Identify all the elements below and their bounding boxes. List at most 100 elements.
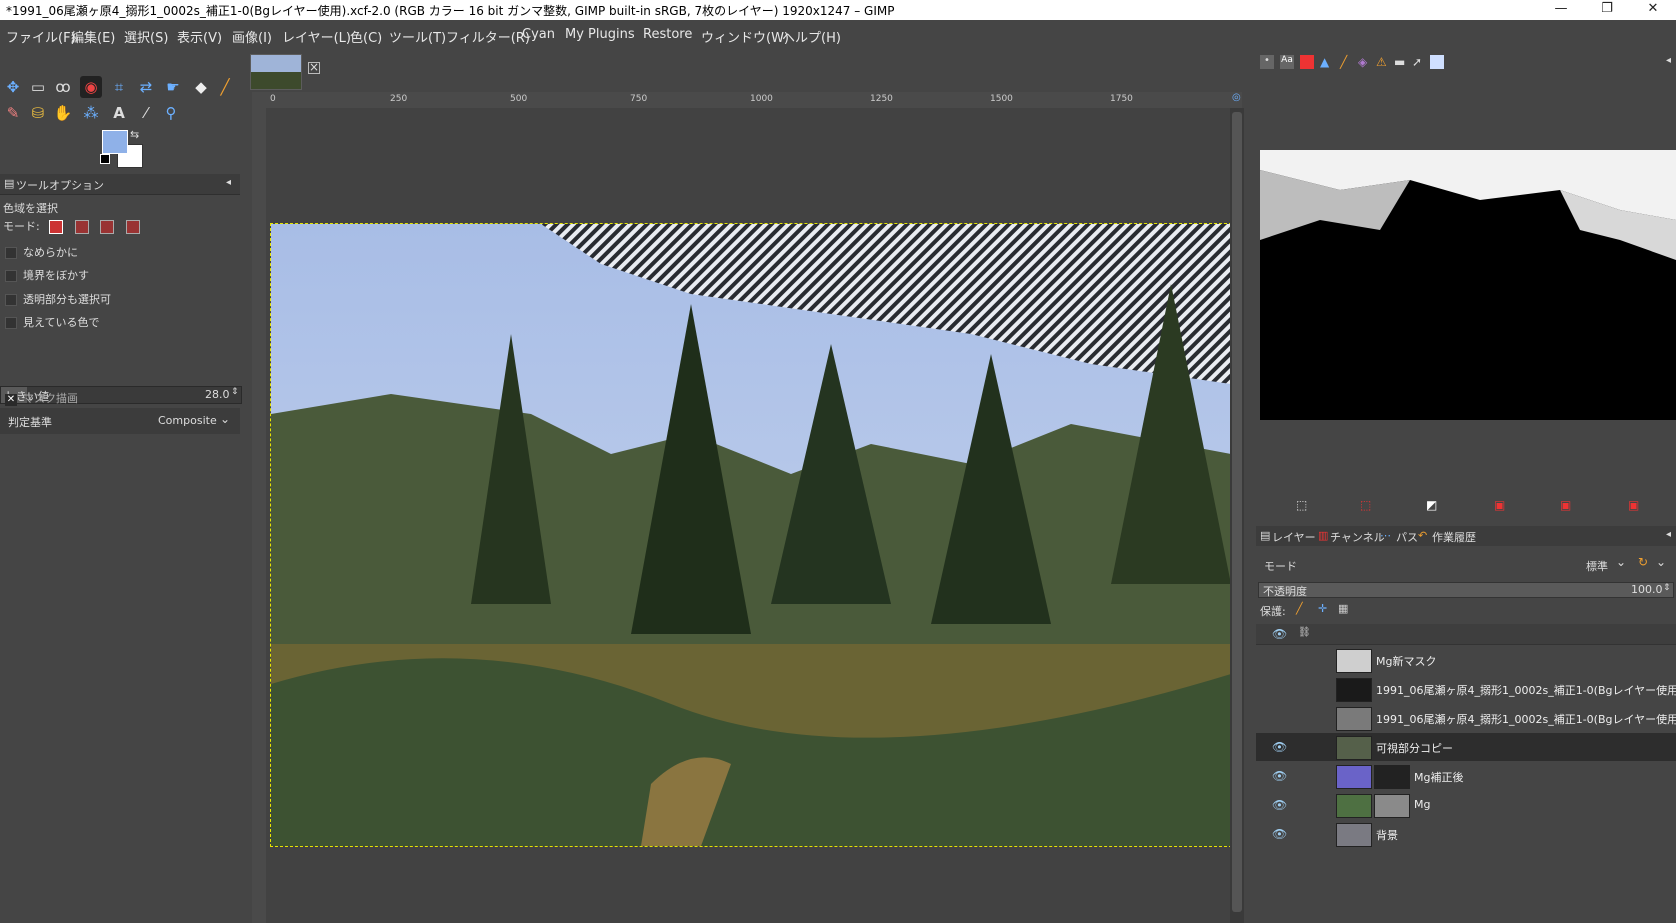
warning-icon[interactable]: ⚠ (1376, 55, 1387, 69)
menu-colors[interactable]: 色(C) (350, 27, 382, 46)
layer-row[interactable]: 👁 Mg補正後 (1256, 762, 1676, 790)
menu-edit[interactable]: 編集(E) (71, 27, 115, 46)
smudge-tool-icon[interactable]: ✋ (52, 102, 74, 124)
menu-help[interactable]: ヘルプ(H) (782, 27, 841, 46)
menu-my-plugins[interactable]: My Plugins (565, 27, 635, 42)
lock-pixels-icon[interactable]: ╱ (1296, 602, 1303, 615)
antialias-option[interactable]: なめらかに (5, 244, 245, 264)
lock-alpha-icon[interactable]: ▦ (1338, 602, 1348, 615)
layer-row[interactable]: 1991_06尾瀬ヶ原4_搦形1_0002s_補正1-0(Bgレイヤー使用).t… (1256, 675, 1676, 703)
vertical-scrollbar[interactable] (1230, 108, 1244, 923)
clone-tool-icon[interactable]: ⛁ (27, 102, 49, 124)
text-tool-icon[interactable]: A (108, 102, 130, 124)
warp-tool-icon[interactable]: ☛ (162, 76, 184, 98)
menu-image[interactable]: 画像(I) (232, 27, 272, 46)
free-select-tool-icon[interactable]: ꝏ (52, 76, 74, 98)
zoom-navigate-icon[interactable]: ◎ (1232, 92, 1244, 106)
menu-view[interactable]: 表示(V) (177, 27, 222, 46)
horizontal-ruler[interactable]: 0 250 500 750 1000 1250 1500 1750 (252, 92, 1242, 109)
rect-select-tool-icon[interactable]: ▭ (27, 76, 49, 98)
layer-row[interactable]: 1991_06尾瀬ヶ原4_搦形1_0002s_補正1-0(Bgレイヤー使用).t… (1256, 704, 1676, 732)
mode-replace-icon[interactable] (49, 220, 64, 234)
configure-tab-icon[interactable]: ◂ (1666, 55, 1671, 66)
image-tab-thumbnail[interactable] (250, 54, 302, 90)
menu-filters[interactable]: フィルター(R) (446, 27, 530, 46)
mode-add-icon[interactable] (74, 220, 89, 234)
menu-file[interactable]: ファイル(F) (6, 27, 76, 46)
chevron-down-icon[interactable]: ⌄ (1656, 555, 1666, 569)
opacity-slider[interactable]: 不透明度 100.0 ⇕ (1258, 582, 1674, 598)
vertical-ruler[interactable] (252, 108, 267, 923)
pattern-tab-icon[interactable]: ◈ (1358, 55, 1367, 69)
sample-merged-checkbox[interactable] (5, 317, 17, 329)
menu-tools[interactable]: ツール(T) (389, 27, 446, 46)
select-to-channel-icon[interactable]: ⬚ (1360, 498, 1371, 512)
path-tool-icon[interactable]: ⁂ (80, 102, 102, 124)
crop-tool-icon[interactable]: ⌗ (108, 76, 130, 98)
image-tab-icon[interactable] (1430, 55, 1444, 69)
select-transparent-option[interactable]: 透明部分も選択可 (5, 291, 245, 311)
lock-position-icon[interactable]: ✛ (1318, 602, 1327, 615)
restore-button[interactable]: ❐ (1584, 0, 1630, 20)
color-picker-tool-icon[interactable]: ⁄ (135, 102, 157, 124)
swap-colors-icon[interactable]: ⇆ (130, 128, 139, 141)
antialias-checkbox[interactable] (5, 247, 17, 259)
eye-icon[interactable]: 👁 (1272, 827, 1287, 841)
configure-tab-icon[interactable]: ◂ (226, 177, 231, 188)
eye-icon[interactable]: 👁 (1272, 798, 1287, 812)
layer-row-selected[interactable]: 👁 可視部分コピー (1256, 733, 1676, 761)
select-by-color-tool-icon[interactable]: ◉ (80, 76, 102, 98)
color-tab-icon[interactable] (1300, 55, 1314, 69)
brush-tab-icon[interactable]: • (1260, 55, 1274, 69)
eye-icon[interactable]: 👁 (1272, 769, 1287, 783)
layer-mode-select[interactable]: 標準 (1586, 558, 1608, 574)
select-transparent-checkbox[interactable] (5, 294, 17, 306)
paint-dynamics-icon[interactable]: ╱ (1340, 55, 1347, 69)
eye-icon[interactable]: 👁 (1272, 740, 1287, 754)
default-colors-icon[interactable] (100, 154, 110, 164)
menu-layer[interactable]: レイヤー(L) (282, 27, 351, 46)
tab-channels[interactable]: チャンネル (1330, 529, 1385, 545)
menu-cyan[interactable]: Cyan (522, 27, 555, 42)
eraser-tool-icon[interactable]: ✎ (2, 102, 24, 124)
tab-paths[interactable]: パス (1396, 529, 1418, 545)
mode-subtract-icon[interactable] (100, 220, 115, 234)
stroke-selection-icon[interactable]: ▣ (1494, 498, 1505, 512)
menu-restore[interactable]: Restore (643, 27, 692, 42)
chevron-down-icon[interactable]: ⌄ (1616, 555, 1626, 569)
close-button[interactable]: ✕ (1630, 0, 1676, 20)
layer-row[interactable]: 👁 背景 (1256, 820, 1676, 848)
feather-option[interactable]: 境界をぼかす (5, 267, 245, 287)
chevron-down-icon[interactable]: ⌄ (220, 412, 230, 426)
select-none-icon[interactable]: ⬚ (1296, 498, 1307, 512)
tab-layers[interactable]: レイヤー (1272, 529, 1316, 545)
gradient-tab-icon[interactable]: ▬ (1394, 55, 1405, 69)
layer-row[interactable]: 👁 Mg (1256, 791, 1676, 819)
layer-mask-thumbnail[interactable] (1374, 765, 1410, 789)
to-path-icon[interactable]: ▣ (1560, 498, 1571, 512)
pointer-tab-icon[interactable]: ➚ (1412, 55, 1422, 69)
foreground-color-swatch[interactable] (102, 130, 128, 154)
layer-mask-thumbnail[interactable] (1374, 794, 1410, 818)
image-canvas[interactable] (270, 223, 1232, 847)
layer-row[interactable]: Mg新マスク (1256, 646, 1676, 674)
delete-selection-icon[interactable]: ▣ (1628, 498, 1639, 512)
minimize-button[interactable]: — (1538, 0, 1584, 20)
tool-options-tab[interactable]: ▤ ツールオプション ◂ (0, 174, 240, 195)
draw-mask-checkbox[interactable]: ✕ (5, 394, 17, 406)
move-tool-icon[interactable]: ✥ (2, 76, 24, 98)
mode-reset-icon[interactable]: ↻ (1638, 555, 1648, 569)
mode-intersect-icon[interactable] (125, 220, 140, 234)
feather-checkbox[interactable] (5, 270, 17, 282)
opacity-spin-icon[interactable]: ⇕ (1663, 583, 1671, 593)
menu-select[interactable]: 選択(S) (124, 27, 168, 46)
draw-mask-option[interactable]: ✕ マスク描画 (5, 390, 245, 410)
paintbrush-tool-icon[interactable]: ╱ (214, 76, 236, 98)
tab-undo-history[interactable]: 作業履歴 (1432, 529, 1476, 545)
sample-merged-option[interactable]: 見えている色で (5, 314, 245, 334)
criteria-select[interactable]: Composite (158, 414, 217, 427)
histogram-tab-icon[interactable]: ▲ (1320, 55, 1329, 69)
invert-selection-icon[interactable]: ◩ (1426, 498, 1437, 512)
menu-windows[interactable]: ウィンドウ(W) (701, 27, 789, 46)
transform-tool-icon[interactable]: ⇄ (135, 76, 157, 98)
